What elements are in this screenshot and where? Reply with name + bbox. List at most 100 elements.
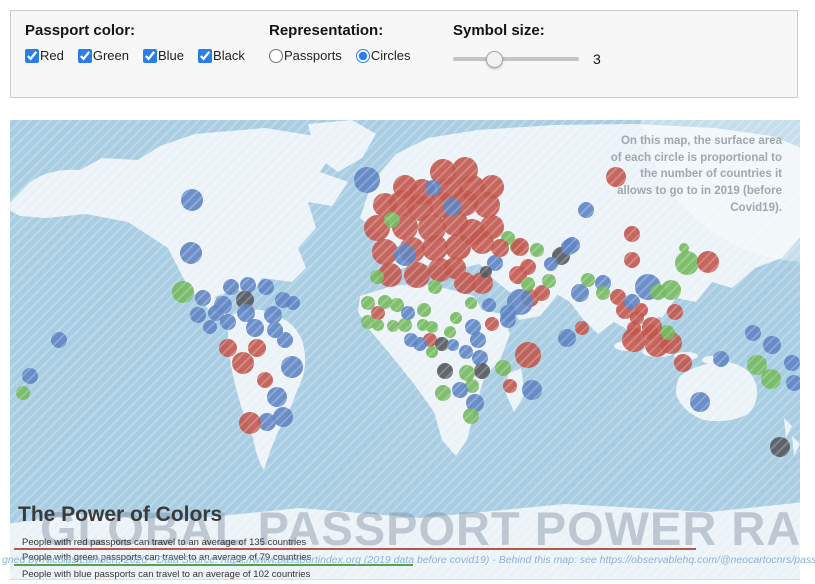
country-circle[interactable] — [223, 279, 239, 295]
country-circle[interactable] — [515, 342, 541, 368]
representation-radio-circles-label[interactable]: Circles — [371, 48, 411, 63]
country-circle[interactable] — [51, 332, 67, 348]
country-circle[interactable] — [398, 318, 412, 332]
color-checkbox-blue[interactable] — [143, 49, 157, 63]
color-checkbox-red[interactable] — [25, 49, 39, 63]
country-circle[interactable] — [281, 356, 303, 378]
country-circle[interactable] — [239, 412, 261, 434]
country-circle[interactable] — [713, 351, 729, 367]
color-checkbox-red-label[interactable]: Red — [40, 48, 64, 63]
country-circle[interactable] — [465, 297, 477, 309]
country-circle[interactable] — [674, 354, 692, 372]
country-circle[interactable] — [624, 252, 640, 268]
country-circle[interactable] — [394, 244, 416, 266]
country-circle[interactable] — [522, 380, 542, 400]
country-circle[interactable] — [511, 238, 529, 256]
country-circle[interactable] — [404, 262, 430, 288]
country-circle[interactable] — [763, 336, 781, 354]
country-circle[interactable] — [465, 319, 481, 335]
country-circle[interactable] — [277, 332, 293, 348]
country-circle[interactable] — [378, 295, 392, 309]
world-map[interactable]: On this map, the surface area of each ci… — [10, 120, 800, 580]
country-circle[interactable] — [447, 339, 459, 351]
country-circle[interactable] — [474, 192, 500, 218]
country-circle[interactable] — [220, 314, 236, 330]
country-circle[interactable] — [372, 239, 398, 265]
country-circle[interactable] — [474, 363, 490, 379]
country-circle[interactable] — [248, 339, 266, 357]
country-circle[interactable] — [237, 304, 255, 322]
country-circle[interactable] — [485, 317, 499, 331]
country-circle[interactable] — [264, 306, 282, 324]
country-circle[interactable] — [190, 307, 206, 323]
country-circle[interactable] — [435, 385, 451, 401]
country-circle[interactable] — [443, 198, 461, 216]
country-circle[interactable] — [463, 408, 479, 424]
color-checkbox-blue-label[interactable]: Blue — [158, 48, 184, 63]
country-circle[interactable] — [642, 324, 658, 340]
country-circle[interactable] — [459, 345, 473, 359]
country-circle[interactable] — [470, 230, 494, 254]
country-circle[interactable] — [16, 386, 30, 400]
country-circle[interactable] — [413, 337, 427, 351]
country-circle[interactable] — [542, 274, 556, 288]
country-circle[interactable] — [575, 321, 589, 335]
country-circle[interactable] — [401, 306, 415, 320]
country-circle[interactable] — [257, 372, 273, 388]
country-circle[interactable] — [495, 360, 511, 376]
representation-radio-passports[interactable] — [269, 49, 283, 63]
representation-radio-passports-label[interactable]: Passports — [284, 48, 342, 63]
country-circle[interactable] — [544, 257, 558, 271]
country-circle[interactable] — [267, 387, 287, 407]
color-checkbox-green-label[interactable]: Green — [93, 48, 129, 63]
country-circle[interactable] — [273, 407, 293, 427]
country-circle[interactable] — [246, 319, 264, 337]
country-circle[interactable] — [437, 363, 453, 379]
country-circle[interactable] — [417, 303, 431, 317]
country-circle[interactable] — [286, 296, 300, 310]
country-circle[interactable] — [203, 320, 217, 334]
country-circle[interactable] — [578, 202, 594, 218]
color-checkbox-black[interactable] — [198, 49, 212, 63]
country-circle[interactable] — [761, 369, 781, 389]
country-circle[interactable] — [503, 379, 517, 393]
country-circle[interactable] — [240, 277, 256, 293]
country-circle[interactable] — [491, 239, 509, 257]
country-circle[interactable] — [195, 290, 211, 306]
country-circle[interactable] — [450, 312, 462, 324]
color-checkbox-green[interactable] — [78, 49, 92, 63]
country-circle[interactable] — [482, 298, 496, 312]
color-checkbox-black-label[interactable]: Black — [213, 48, 245, 63]
country-circle[interactable] — [219, 339, 237, 357]
country-circle[interactable] — [428, 280, 442, 294]
country-circle[interactable] — [661, 280, 681, 300]
country-circle[interactable] — [425, 180, 441, 196]
country-circle[interactable] — [697, 251, 719, 273]
country-circle[interactable] — [422, 235, 448, 261]
country-circle[interactable] — [675, 251, 699, 275]
symbol-size-slider[interactable] — [453, 57, 579, 61]
country-circle[interactable] — [521, 277, 535, 291]
country-circle[interactable] — [624, 226, 640, 242]
country-circle[interactable] — [372, 319, 384, 331]
country-circle[interactable] — [172, 281, 194, 303]
country-circle[interactable] — [690, 392, 710, 412]
representation-radio-circles[interactable] — [356, 49, 370, 63]
country-circle[interactable] — [370, 270, 384, 284]
country-circle[interactable] — [661, 326, 675, 340]
country-circle[interactable] — [361, 296, 375, 310]
country-circle[interactable] — [384, 212, 400, 228]
country-circle[interactable] — [558, 329, 576, 347]
country-circle[interactable] — [452, 382, 468, 398]
country-circle[interactable] — [770, 437, 790, 457]
country-circle[interactable] — [596, 286, 610, 300]
country-circle[interactable] — [22, 368, 38, 384]
country-circle[interactable] — [258, 279, 274, 295]
country-circle[interactable] — [445, 234, 471, 260]
country-circle[interactable] — [459, 365, 475, 381]
country-circle[interactable] — [530, 243, 544, 257]
country-circle[interactable] — [387, 320, 399, 332]
country-circle[interactable] — [745, 325, 761, 341]
country-circle[interactable] — [480, 266, 492, 278]
country-circle[interactable] — [500, 305, 516, 321]
